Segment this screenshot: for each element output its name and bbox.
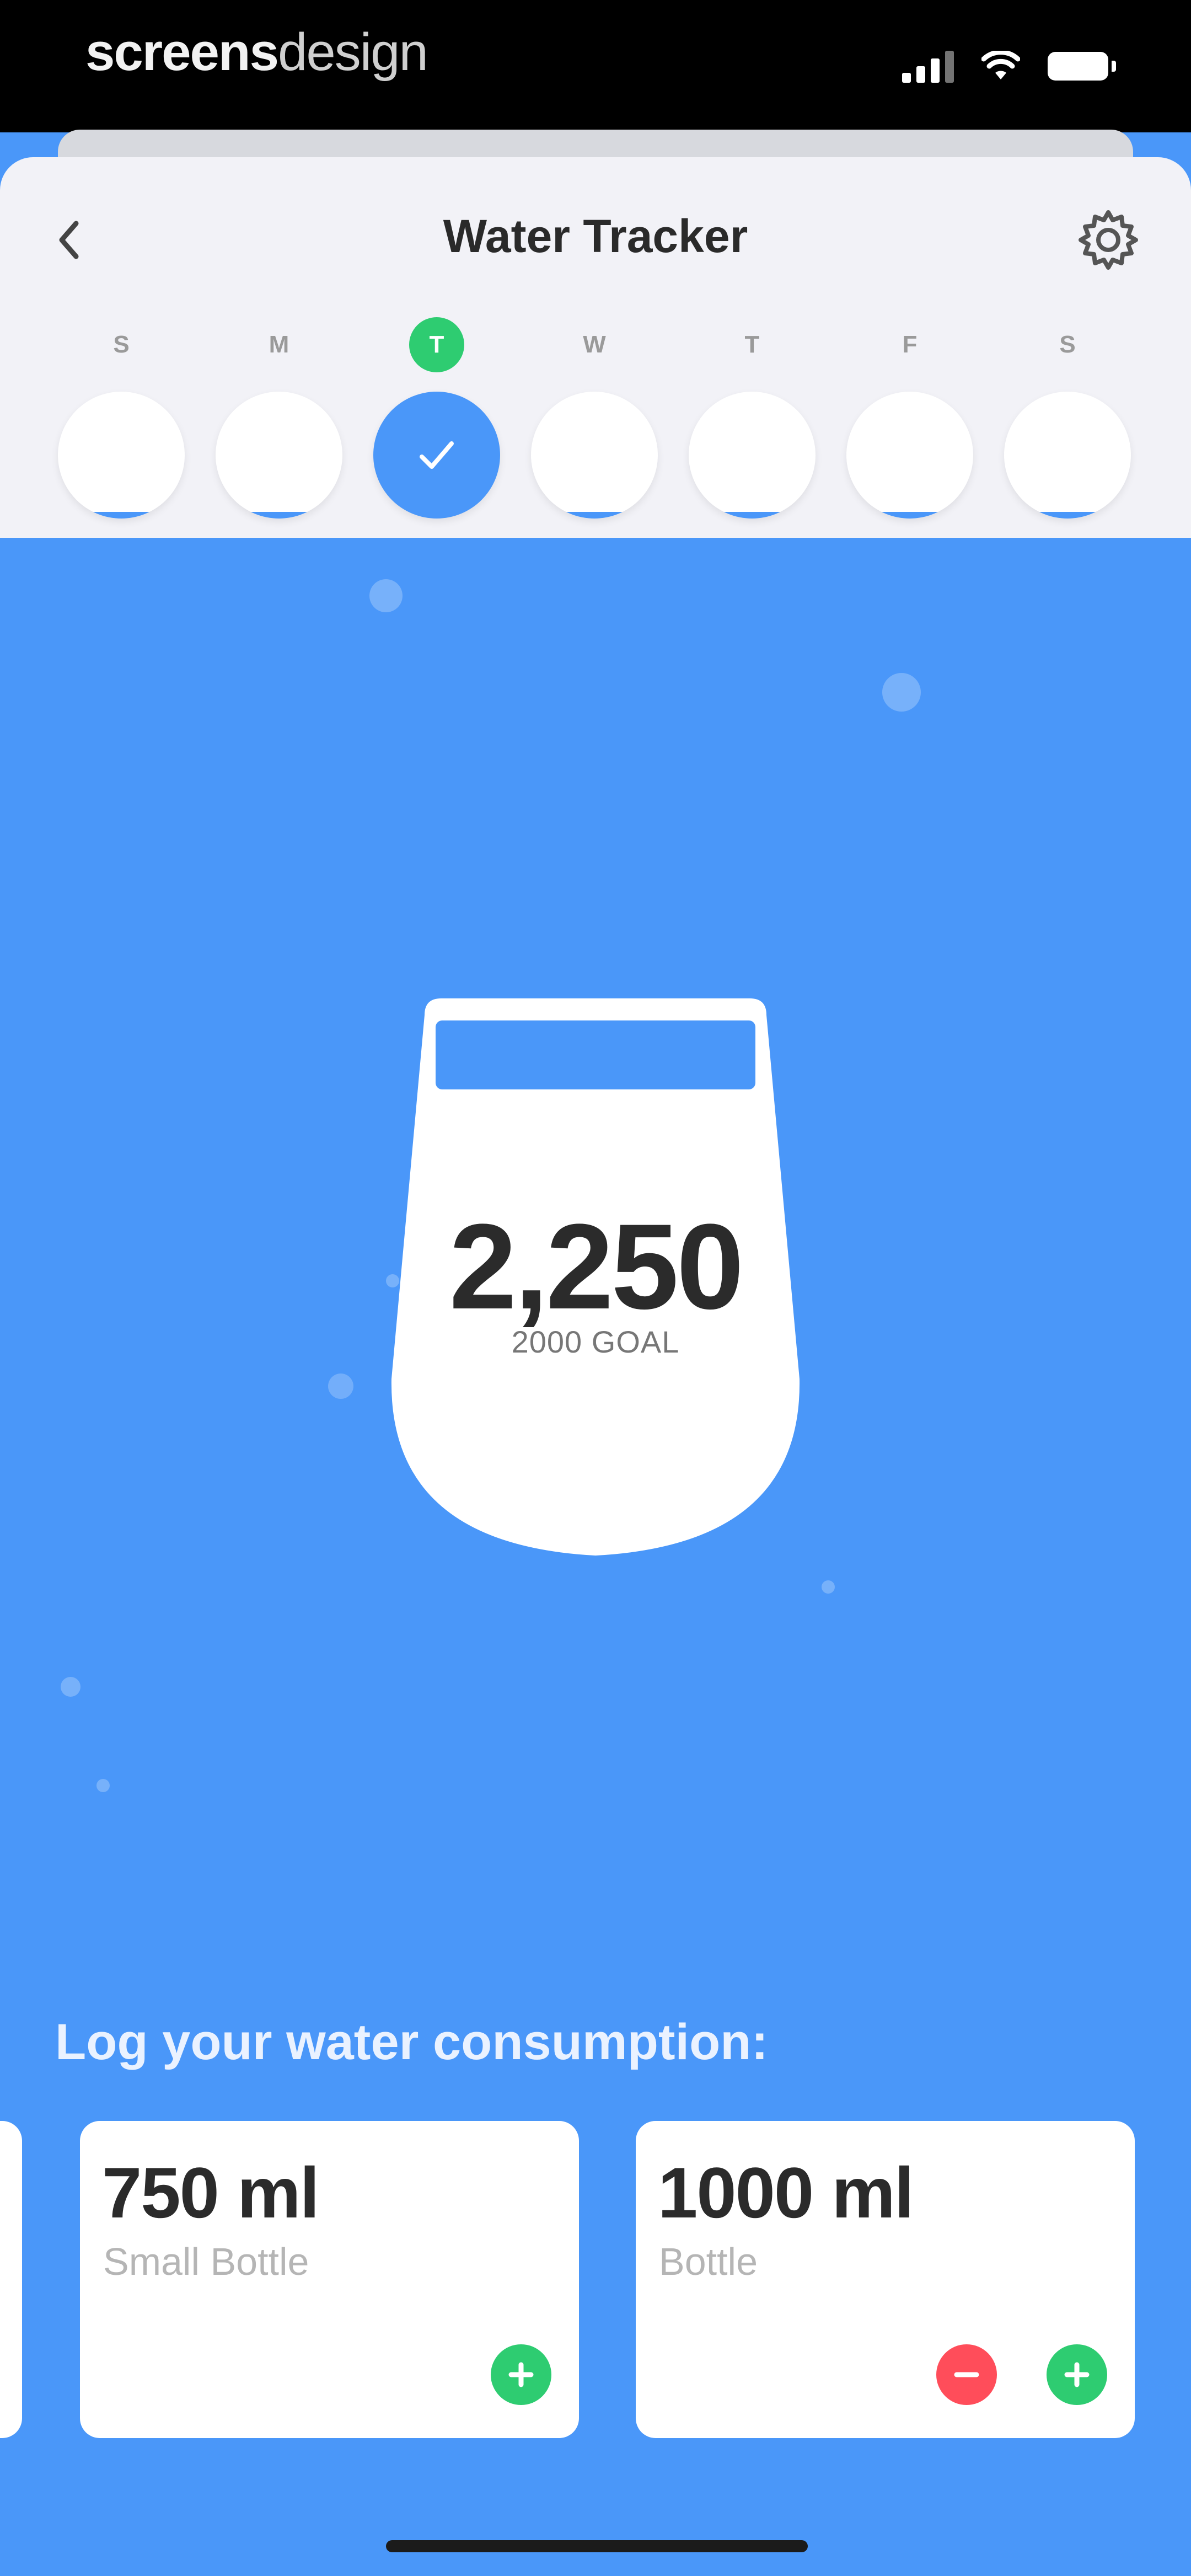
battery-icon (1048, 52, 1116, 81)
add-small-bottle-button[interactable] (491, 2344, 551, 2405)
header-card: Water Tracker S M T W T F S (0, 157, 1191, 538)
day-selector-item[interactable]: W (531, 317, 658, 527)
day-letter: S (113, 331, 130, 358)
day-selector-item[interactable]: T (373, 317, 500, 527)
check-icon (373, 392, 500, 519)
day-progress-fill (58, 512, 185, 519)
day-selector-item[interactable]: M (216, 317, 342, 527)
week-day-selector: SMTWTFS (58, 317, 1133, 527)
drink-amount: 750 ml (102, 2152, 320, 2233)
drink-name: Small Bottle (103, 2240, 309, 2283)
drink-amount: 1000 ml (658, 2152, 914, 2233)
day-progress-fill (216, 512, 342, 519)
plus-icon (508, 2362, 534, 2387)
day-letter: T (744, 331, 760, 358)
status-bar: screensdesign (0, 0, 1191, 132)
bubble-decoration (822, 1580, 835, 1594)
daily-total: 2,250 (449, 1199, 744, 1334)
daily-goal: 2000 GOAL (511, 1324, 680, 1359)
brand-watermark: screensdesign (85, 23, 428, 82)
gear-icon (1079, 210, 1138, 270)
previous-drink-card-partial[interactable] (0, 2121, 22, 2438)
wifi-icon (981, 51, 1020, 79)
drink-card-small-bottle[interactable]: 750 ml Small Bottle (80, 2121, 579, 2438)
plus-icon (1064, 2362, 1090, 2387)
day-letter: F (902, 331, 918, 358)
home-indicator[interactable] (386, 2540, 808, 2552)
bubble-decoration (369, 579, 403, 612)
remove-bottle-button[interactable] (936, 2344, 997, 2405)
day-selector-item[interactable]: F (846, 317, 973, 527)
day-selector-item[interactable]: S (1004, 317, 1131, 527)
cellular-signal-icon (902, 50, 954, 83)
day-progress-fill (846, 512, 973, 519)
day-progress-fill (689, 512, 816, 519)
day-letter: S (1059, 331, 1076, 358)
drink-name: Bottle (659, 2240, 758, 2283)
page-title: Water Tracker (443, 210, 748, 262)
day-letter: M (269, 331, 289, 358)
add-bottle-button[interactable] (1047, 2344, 1107, 2405)
water-glass: 2,250 2000 GOAL (386, 993, 805, 1567)
day-letter: T (409, 317, 464, 372)
water-tracker-screen: screensdesign Water Tracker S M T W T F … (0, 0, 1191, 2576)
day-progress-circle (1004, 392, 1131, 519)
bubble-decoration (96, 1779, 110, 1792)
log-section-title: Log your water consumption: (55, 2014, 769, 2070)
bubble-decoration (882, 673, 921, 712)
status-icons (902, 50, 1116, 83)
day-progress-circle (846, 392, 973, 519)
day-progress-circle (58, 392, 185, 519)
bubble-decoration (61, 1677, 81, 1697)
settings-button[interactable] (1070, 201, 1147, 279)
day-selector-item[interactable]: T (689, 317, 816, 527)
minus-icon (954, 2372, 979, 2377)
day-progress-circle (531, 392, 658, 519)
day-progress-circle (216, 392, 342, 519)
day-progress-circle (689, 392, 816, 519)
day-selector-item[interactable]: S (58, 317, 185, 527)
bubble-decoration (328, 1373, 353, 1399)
day-progress-circle (373, 392, 500, 519)
day-letter: W (583, 331, 606, 358)
day-progress-fill (1004, 512, 1131, 519)
day-progress-fill (531, 512, 658, 519)
drink-card-bottle[interactable]: 1000 ml Bottle (636, 2121, 1135, 2438)
